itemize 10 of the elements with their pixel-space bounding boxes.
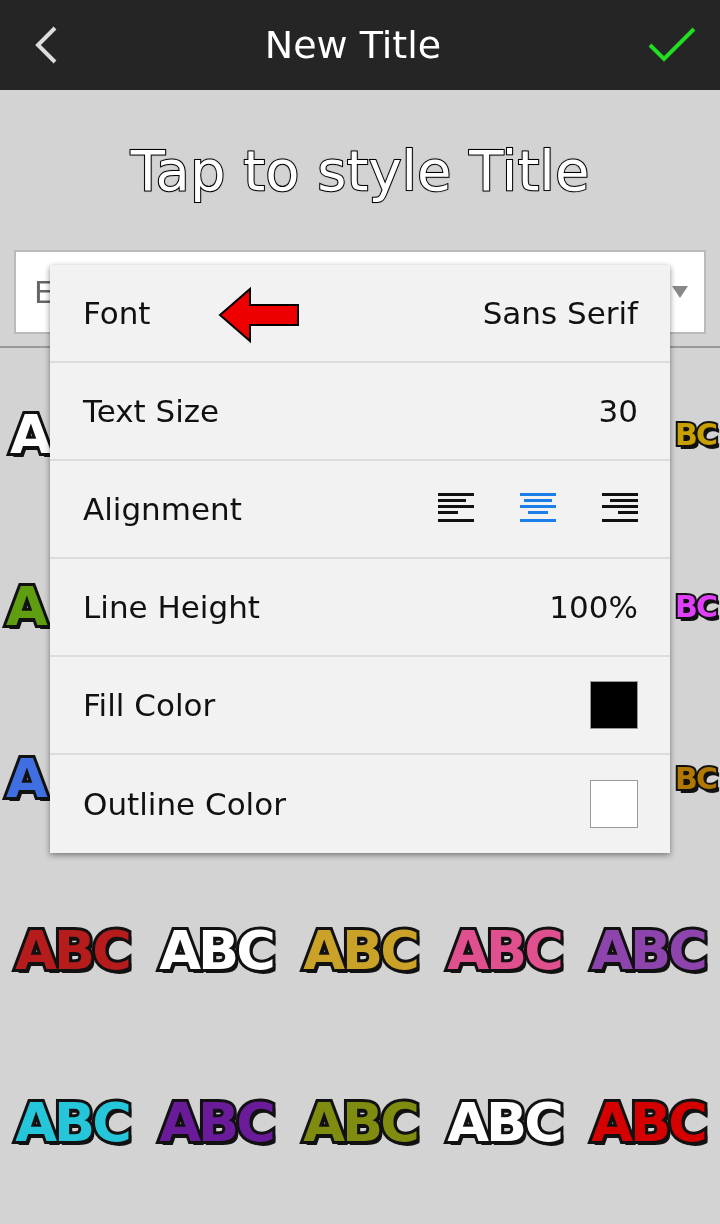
menu-value: Sans Serif [482, 295, 638, 331]
menu-value: 100% [549, 589, 638, 625]
menu-value: 30 [598, 393, 638, 429]
menu-label: Fill Color [83, 687, 216, 723]
screen-title: New Title [264, 23, 442, 67]
menu-label: Outline Color [83, 786, 286, 822]
menu-label: Font [83, 295, 151, 331]
menu-label: Text Size [83, 393, 220, 429]
menu-label: Line Height [83, 589, 260, 625]
menu-label: Alignment [83, 491, 242, 527]
